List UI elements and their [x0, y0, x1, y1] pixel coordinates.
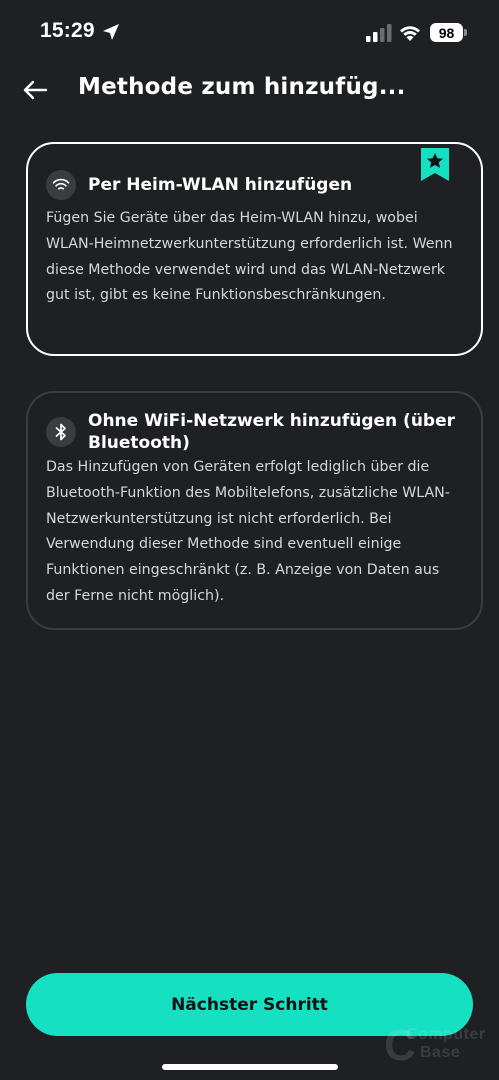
method-description: Fügen Sie Geräte über das Heim-WLAN hinz… — [46, 210, 453, 304]
computerbase-watermark: C Computer Base — [384, 1024, 489, 1072]
home-indicator[interactable] — [162, 1064, 338, 1070]
wifi-method-icon-wrap — [46, 170, 76, 200]
bluetooth-icon — [55, 423, 66, 441]
signal-icon — [366, 24, 392, 42]
battery-icon: 98 — [430, 23, 463, 42]
status-time: 15:29 — [40, 19, 95, 42]
back-arrow-icon[interactable] — [20, 74, 52, 106]
wifi-icon — [400, 26, 420, 41]
method-title: Ohne WiFi-Netzwerk hinzufügen (über Blue… — [88, 411, 456, 453]
status-bar: 15:29 98 — [0, 0, 499, 66]
method-card-wifi[interactable]: Per Heim-WLAN hinzufügen Fügen Sie Gerät… — [26, 142, 483, 356]
wifi-icon — [52, 178, 70, 190]
method-description: Das Hinzufügen von Geräten erfolgt ledig… — [46, 459, 450, 604]
bluetooth-method-icon-wrap — [46, 417, 76, 447]
screen: 15:29 98 Methode zum hinzufüg... Per Hei… — [0, 0, 499, 1080]
method-card-bluetooth[interactable]: Ohne WiFi-Netzwerk hinzufügen (über Blue… — [26, 391, 483, 630]
page-title: Methode zum hinzufüg... — [78, 74, 406, 100]
watermark-line2: Base — [420, 1044, 461, 1061]
watermark-line1: Computer — [406, 1026, 486, 1043]
method-title: Per Heim-WLAN hinzufügen — [88, 175, 353, 195]
star-ribbon-icon — [421, 148, 449, 181]
location-arrow-icon — [103, 24, 119, 40]
battery-level: 98 — [438, 24, 455, 41]
battery-nub — [464, 29, 467, 36]
